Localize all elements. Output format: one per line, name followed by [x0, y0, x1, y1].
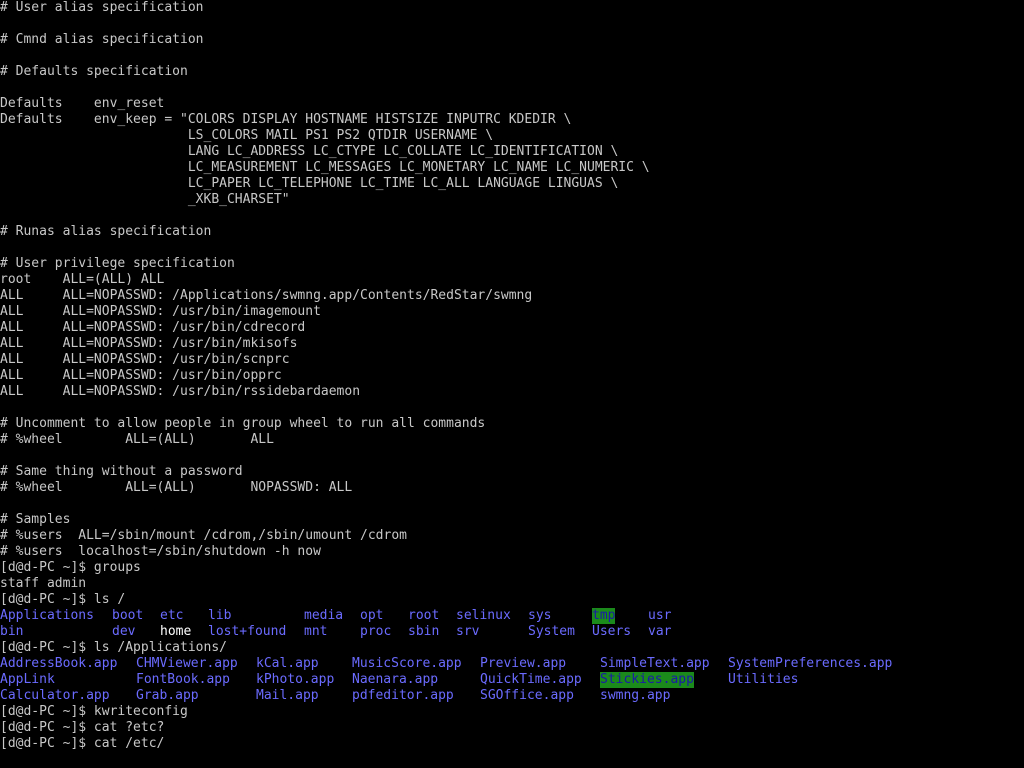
- terminal-line: [d@d-PC ~]$ kwriteconfig: [0, 704, 188, 719]
- terminal-line: # %wheel ALL=(ALL) ALL: [0, 432, 274, 447]
- terminal-line: ALL ALL=NOPASSWD: /usr/bin/cdrecord: [0, 320, 306, 335]
- ls-entry: QuickTime.app: [480, 672, 582, 687]
- ls-entry: sbin: [408, 624, 440, 639]
- ls-entry: SimpleText.app: [600, 656, 710, 671]
- terminal-line: ALL ALL=NOPASSWD: /Applications/swmng.ap…: [0, 288, 533, 303]
- terminal-line: [d@d-PC ~]$ cat /etc/: [0, 736, 165, 751]
- terminal-line: Defaults env_keep = "COLORS DISPLAY HOST…: [0, 112, 572, 127]
- ls-output-row: AppLink FontBook.app kPhoto.app Naenara.app…: [0, 672, 1024, 688]
- terminal-line: # %users localhost=/sbin/shutdown -h now: [0, 544, 321, 559]
- terminal-line: # %users ALL=/sbin/mount /cdrom,/sbin/um…: [0, 528, 407, 543]
- ls-entry: etc: [160, 608, 184, 623]
- ls-entry: pdfeditor.app: [352, 688, 454, 703]
- terminal-line: [d@d-PC ~]$ groups: [0, 560, 141, 575]
- ls-entry: FontBook.app: [136, 672, 230, 687]
- terminal-line: # User alias specification: [0, 0, 204, 15]
- ls-entry: opt: [360, 608, 384, 623]
- ls-entry: Grab.app: [136, 688, 199, 703]
- ls-entry: MusicScore.app: [352, 656, 462, 671]
- ls-entry: CHMViewer.app: [136, 656, 238, 671]
- ls-entry: swmng.app: [600, 688, 671, 703]
- terminal-line: # Same thing without a password: [0, 464, 243, 479]
- ls-entry: kCal.app: [256, 656, 319, 671]
- ls-entry: Mail.app: [256, 688, 319, 703]
- ls-output-row: Applications boot etc lib media opt root selinu…: [0, 608, 1024, 624]
- ls-output-row: Calculator.app Grab.app Mail.app pdfeditor.…: [0, 688, 1024, 704]
- ls-entry: media: [304, 608, 344, 623]
- terminal-line: LC_MEASUREMENT LC_MESSAGES LC_MONETARY L…: [0, 160, 650, 175]
- ls-entry: sys: [528, 608, 552, 623]
- ls-entry: var: [648, 624, 672, 639]
- terminal-line: ALL ALL=NOPASSWD: /usr/bin/opprc: [0, 368, 282, 383]
- terminal-line: root ALL=(ALL) ALL: [0, 272, 165, 287]
- terminal-line: _XKB_CHARSET": [0, 192, 290, 207]
- ls-entry: Preview.app: [480, 656, 567, 671]
- terminal-line: [d@d-PC ~]$ ls /: [0, 592, 126, 607]
- terminal-screen[interactable]: # User alias specification # Cmnd alias s…: [0, 0, 1024, 768]
- terminal-line: staff admin: [0, 576, 87, 591]
- ls-entry: home: [160, 624, 192, 639]
- ls-entry: dev: [112, 624, 136, 639]
- ls-entry: boot: [112, 608, 144, 623]
- ls-entry: tmp: [592, 608, 616, 624]
- terminal-line: ALL ALL=NOPASSWD: /usr/bin/mkisofs: [0, 336, 298, 351]
- ls-entry: lost+found: [208, 624, 287, 639]
- ls-entry: Calculator.app: [0, 688, 110, 703]
- ls-entry: Naenara.app: [352, 672, 439, 687]
- ls-output-row: bin dev home lost+found mnt proc sbin srv System…: [0, 624, 1024, 640]
- ls-entry: SGOffice.app: [480, 688, 574, 703]
- ls-entry: usr: [648, 608, 672, 623]
- ls-entry: Users: [592, 624, 632, 639]
- terminal-line: LC_PAPER LC_TELEPHONE LC_TIME LC_ALL LAN…: [0, 176, 619, 191]
- ls-entry: lib: [208, 608, 232, 623]
- ls-entry: AppLink: [0, 672, 55, 687]
- terminal-line: # Uncomment to allow people in group whe…: [0, 416, 486, 431]
- terminal-line: ALL ALL=NOPASSWD: /usr/bin/rssidebardaem…: [0, 384, 361, 399]
- terminal-line: # Runas alias specification: [0, 224, 212, 239]
- terminal-line: # Cmnd alias specification: [0, 32, 204, 47]
- terminal-line: [d@d-PC ~]$ cat ?etc?: [0, 720, 165, 735]
- terminal-line: # Samples: [0, 512, 71, 527]
- ls-entry: System: [528, 624, 575, 639]
- terminal-line: # User privilege specification: [0, 256, 235, 271]
- ls-entry: Stickies.app: [600, 672, 694, 688]
- terminal-line: LANG LC_ADDRESS LC_CTYPE LC_COLLATE LC_I…: [0, 144, 619, 159]
- ls-output-row: AddressBook.app CHMViewer.app kCal.app Musi…: [0, 656, 1024, 672]
- ls-entry: mnt: [304, 624, 328, 639]
- ls-entry: selinux: [456, 608, 511, 623]
- ls-entry: kPhoto.app: [256, 672, 335, 687]
- ls-entry: Utilities: [728, 672, 799, 687]
- ls-entry: proc: [360, 624, 392, 639]
- ls-entry: AddressBook.app: [0, 656, 118, 671]
- terminal-line: LS_COLORS MAIL PS1 PS2 QTDIR USERNAME \: [0, 128, 494, 143]
- terminal-line: # Defaults specification: [0, 64, 188, 79]
- ls-entry: SystemPreferences.app: [728, 656, 893, 671]
- terminal-line: ALL ALL=NOPASSWD: /usr/bin/imagemount: [0, 304, 321, 319]
- terminal-line: [d@d-PC ~]$ ls /Applications/: [0, 640, 227, 655]
- ls-entry: srv: [456, 624, 480, 639]
- ls-entry: root: [408, 608, 440, 623]
- ls-entry: Applications: [0, 608, 94, 623]
- ls-entry: bin: [0, 624, 24, 639]
- terminal-line: # %wheel ALL=(ALL) NOPASSWD: ALL: [0, 480, 353, 495]
- terminal-line: Defaults env_reset: [0, 96, 165, 111]
- terminal-line: ALL ALL=NOPASSWD: /usr/bin/scnprc: [0, 352, 290, 367]
